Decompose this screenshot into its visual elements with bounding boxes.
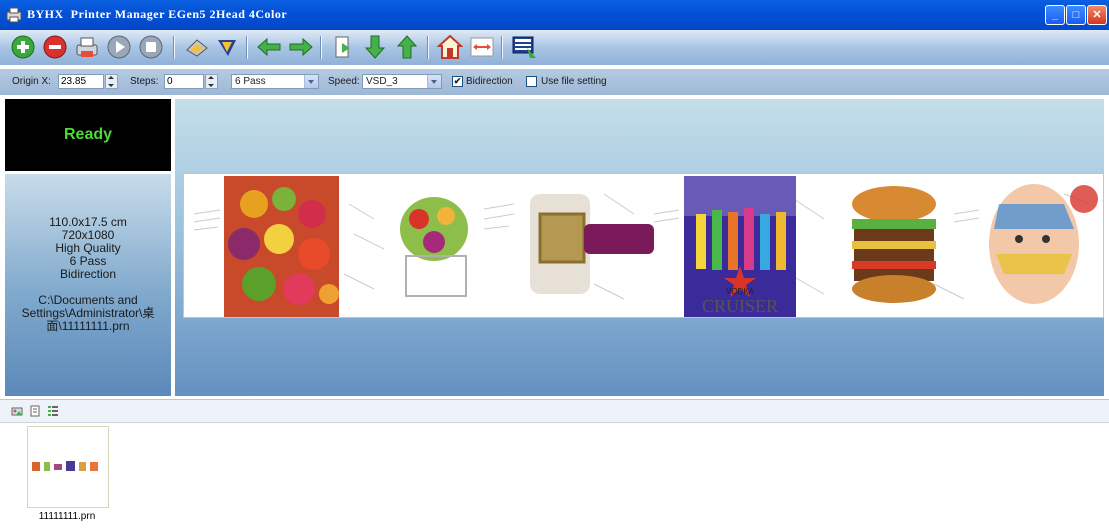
chevron-down-icon [304,75,318,88]
move-down-icon[interactable] [362,34,388,60]
calibrate-icon[interactable] [214,34,240,60]
move-left-icon[interactable] [256,34,282,60]
maximize-button[interactable]: □ [1066,5,1086,25]
thumbnail-item[interactable] [27,426,109,508]
job-direction: Bidirection [59,267,117,281]
clean-icon[interactable] [184,34,210,60]
stop-icon[interactable] [138,34,164,60]
speed-select-value: VSD_3 [366,76,398,87]
toolbar-separator [320,36,321,59]
speed-select[interactable]: VSD_3 [362,74,442,89]
job-info-panel: 110.0x17.5 cm 720x1080 High Quality 6 Pa… [5,174,171,396]
use-file-setting-checkbox[interactable] [526,76,537,87]
window-title: BYHX Printer Manager EGen5 2Head 4Color [27,7,288,21]
options-bar: Origin X: 23.85 Steps: 0 6 Pass Speed: V… [0,69,1109,95]
status-display: Ready [5,99,171,171]
preview-brand-small: VODKA [726,287,755,296]
steps-label: Steps: [130,76,159,87]
home-icon[interactable] [437,34,463,60]
title-bar: BYHX Printer Manager EGen5 2Head 4Color … [0,0,1109,30]
print-preview-image[interactable]: VODKA CRUISER [183,173,1104,318]
toolbar-separator [173,36,174,59]
toolbar-separator [246,36,247,59]
toolbar-separator [427,36,428,59]
move-right-icon[interactable] [288,34,314,60]
large-icons-icon[interactable] [11,405,23,417]
preview-brand-large: CRUISER [702,296,778,316]
feed-paper-icon[interactable] [330,34,356,60]
chevron-down-icon [427,75,441,88]
details-icon[interactable] [29,405,41,417]
speed-label: Speed: [328,76,360,87]
origin-x-spinner[interactable] [105,74,118,89]
origin-x-label: Origin X: [12,76,51,87]
move-up-icon[interactable] [394,34,420,60]
origin-x-field[interactable]: 23.85 [58,74,104,89]
settings-icon[interactable] [511,34,537,60]
use-file-setting-label: Use file setting [541,76,607,87]
measure-width-icon[interactable] [469,34,495,60]
steps-field[interactable]: 0 [164,74,204,89]
thumbnail-toolbar [0,399,1109,423]
bidirection-label: Bidirection [466,76,513,87]
job-path-line-3: 面\11111111.prn [46,319,130,333]
bidirection-checkbox[interactable]: ✔ [452,76,463,87]
close-button[interactable]: ✕ [1087,5,1107,25]
pass-select-value: 6 Pass [235,76,266,87]
print-icon[interactable] [74,34,100,60]
preview-artwork: VODKA CRUISER [184,174,1103,317]
steps-spinner[interactable] [205,74,218,89]
toolbar-separator [501,36,502,59]
thumbnail-label: 11111111.prn [38,511,96,522]
status-text: Ready [63,126,113,143]
minimize-button[interactable]: _ [1045,5,1065,25]
add-icon[interactable] [10,34,36,60]
toolbar [0,30,1109,65]
thumbnail-image [28,427,108,507]
list-view-icon[interactable] [47,405,59,417]
remove-icon[interactable] [42,34,68,60]
app-icon [6,7,22,23]
resume-icon[interactable] [106,34,132,60]
pass-select[interactable]: 6 Pass [231,74,319,89]
